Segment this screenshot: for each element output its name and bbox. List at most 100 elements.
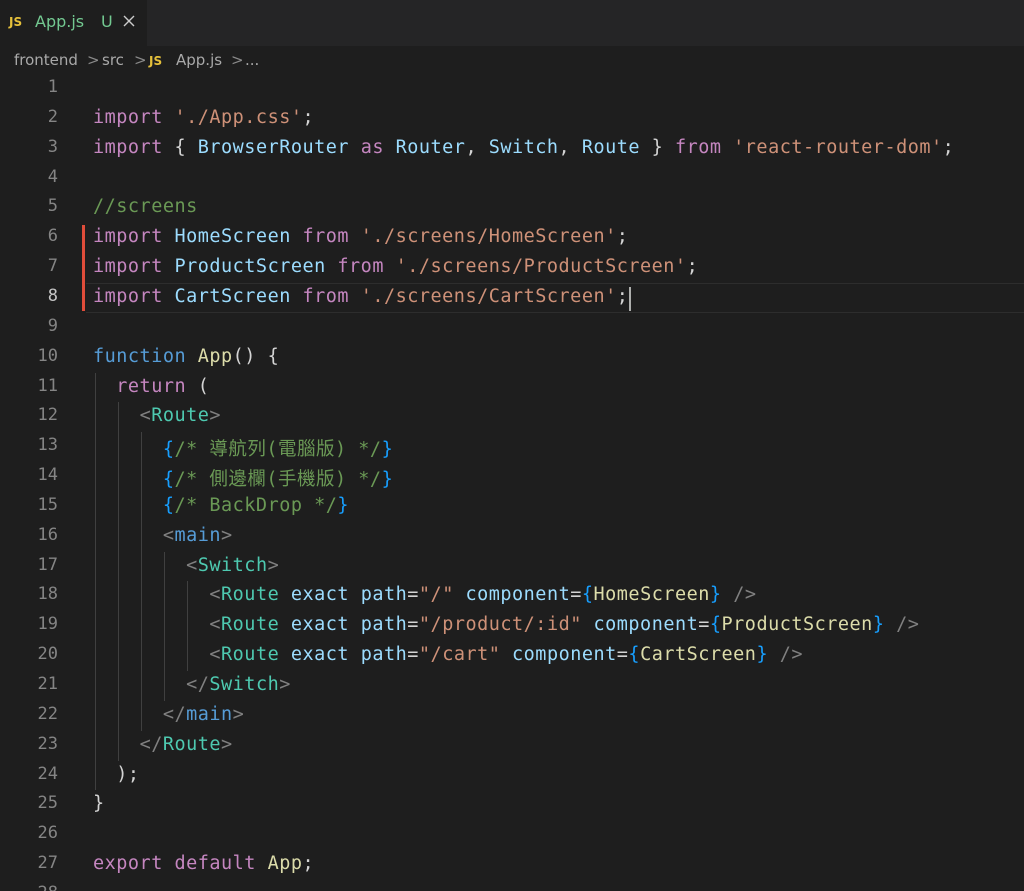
code-text: import { BrowserRouter as Router, Switch… bbox=[93, 136, 955, 158]
code-line[interactable]: 12 <Route> bbox=[0, 402, 1024, 432]
code-line[interactable]: 24 ); bbox=[0, 761, 1024, 791]
line-number: 6 bbox=[47, 226, 58, 247]
line-number: 5 bbox=[47, 196, 58, 217]
line-number: 17 bbox=[37, 554, 58, 575]
code-line[interactable]: 16 <main> bbox=[0, 522, 1024, 552]
code-line[interactable]: 21 </Switch> bbox=[0, 671, 1024, 701]
code-line[interactable]: 22 </main> bbox=[0, 701, 1024, 731]
line-number: 2 bbox=[47, 106, 58, 127]
line-number: 18 bbox=[37, 584, 58, 605]
code-line[interactable]: 23 </Route> bbox=[0, 731, 1024, 761]
code-line[interactable]: 2 import './App.css'; bbox=[0, 104, 1024, 134]
line-number: 10 bbox=[37, 345, 58, 366]
code-line[interactable]: 14 {/* 側邊欄(手機版) */} bbox=[0, 462, 1024, 492]
code-line[interactable]: 10 function App() { bbox=[0, 343, 1024, 373]
code-text: //screens bbox=[93, 196, 198, 218]
line-number: 26 bbox=[37, 823, 58, 844]
code-line[interactable]: 3 import { BrowserRouter as Router, Switc… bbox=[0, 134, 1024, 164]
line-number: 8 bbox=[47, 285, 58, 306]
code-text: <Route exact path="/" component={HomeScr… bbox=[209, 584, 757, 606]
indent-guide bbox=[141, 432, 142, 731]
line-number: 23 bbox=[37, 733, 58, 754]
code-text: </Switch> bbox=[186, 674, 291, 695]
breadcrumb-item-app-js[interactable]: App.js bbox=[176, 51, 222, 69]
tab-bar: JS App.js U bbox=[0, 0, 1024, 46]
code-text: <Route> bbox=[139, 405, 222, 427]
line-number: 4 bbox=[47, 166, 58, 187]
line-number: 3 bbox=[47, 136, 58, 157]
code-line[interactable]: 4 bbox=[0, 164, 1024, 194]
code-text: <Route exact path="/cart" component={Car… bbox=[209, 644, 804, 666]
line-number: 16 bbox=[37, 524, 58, 545]
javascript-file-icon: JS bbox=[9, 15, 23, 29]
line-number: 15 bbox=[37, 494, 58, 515]
code-line[interactable]: 11 return ( bbox=[0, 373, 1024, 403]
code-text: import './App.css'; bbox=[93, 106, 315, 128]
modified-lines-gutter-marker bbox=[82, 225, 85, 311]
code-text: ); bbox=[93, 763, 140, 785]
code-text: } bbox=[93, 793, 105, 815]
line-number: 25 bbox=[37, 793, 58, 814]
code-line[interactable]: 25} bbox=[0, 790, 1024, 820]
code-text: return ( bbox=[116, 375, 210, 397]
code-text: {/* BackDrop */} bbox=[162, 494, 350, 516]
chevron-right-icon: > bbox=[87, 51, 100, 69]
breadcrumb: frontend > src > JS App.js > ... bbox=[0, 46, 1024, 76]
indent-guide bbox=[118, 402, 119, 761]
chevron-right-icon: > bbox=[231, 51, 244, 69]
code-line[interactable]: 28 bbox=[0, 880, 1024, 891]
code-line[interactable]: 13 {/* 導航列(電腦版) */} bbox=[0, 432, 1024, 462]
code-editor[interactable]: 1 2 import './App.css'; 3 import { BrowserRo… bbox=[0, 76, 1024, 891]
code-text: <Route exact path="/product/:id" compone… bbox=[209, 614, 920, 636]
code-line[interactable]: 8 import CartScreen from './screens/CartS… bbox=[0, 282, 1024, 313]
code-text: {/* 導航列(電腦版) */} bbox=[162, 439, 394, 461]
javascript-file-icon: JS bbox=[149, 54, 163, 68]
line-number: 7 bbox=[47, 256, 58, 277]
breadcrumb-item-frontend[interactable]: frontend bbox=[14, 51, 78, 69]
line-number: 13 bbox=[37, 435, 58, 456]
code-line[interactable]: 7 import ProductScreen from './screens/Pr… bbox=[0, 253, 1024, 283]
code-line[interactable]: 1 bbox=[0, 76, 1024, 104]
code-text: </Route> bbox=[139, 733, 233, 755]
breadcrumb-item-symbols[interactable]: ... bbox=[245, 51, 259, 69]
code-text: import HomeScreen from './screens/HomeSc… bbox=[93, 226, 629, 248]
code-text: </main> bbox=[162, 703, 245, 725]
indent-guide bbox=[187, 581, 188, 671]
line-number: 9 bbox=[47, 315, 58, 336]
line-number: 22 bbox=[37, 703, 58, 724]
tab-app-js[interactable]: JS App.js U bbox=[0, 0, 147, 46]
code-line[interactable]: 20 <Route exact path="/cart" component={… bbox=[0, 641, 1024, 671]
text-cursor bbox=[628, 286, 631, 311]
line-number: 12 bbox=[37, 405, 58, 426]
code-text: export default App; bbox=[93, 853, 315, 875]
line-number: 28 bbox=[0, 883, 58, 891]
code-line[interactable]: 5 //screens bbox=[0, 193, 1024, 223]
code-line[interactable]: 27 export default App; bbox=[0, 850, 1024, 880]
close-icon[interactable] bbox=[121, 13, 137, 29]
code-text: <Switch> bbox=[186, 554, 280, 576]
code-line[interactable]: 17 <Switch> bbox=[0, 552, 1024, 582]
line-number: 27 bbox=[37, 853, 58, 874]
code-line[interactable]: 19 <Route exact path="/product/:id" comp… bbox=[0, 611, 1024, 641]
code-line[interactable]: 9 bbox=[0, 313, 1024, 343]
code-text: import ProductScreen from './screens/Pro… bbox=[93, 256, 699, 278]
breadcrumb-item-src[interactable]: src bbox=[102, 51, 124, 69]
line-number: 14 bbox=[37, 465, 58, 486]
code-text: {/* 側邊欄(手機版) */} bbox=[162, 469, 394, 491]
line-number: 1 bbox=[47, 77, 58, 97]
line-number: 21 bbox=[37, 674, 58, 694]
code-line[interactable]: 26 bbox=[0, 820, 1024, 850]
code-line[interactable]: 18 <Route exact path="/" component={Home… bbox=[0, 581, 1024, 611]
untracked-status-badge: U bbox=[101, 12, 113, 31]
line-number: 20 bbox=[37, 644, 58, 665]
code-text: <main> bbox=[162, 524, 233, 546]
chevron-right-icon: > bbox=[134, 51, 147, 69]
code-line[interactable]: 15 {/* BackDrop */} bbox=[0, 492, 1024, 522]
indent-guide bbox=[95, 372, 96, 791]
code-line[interactable]: 6 import HomeScreen from './screens/HomeS… bbox=[0, 223, 1024, 253]
tab-label: App.js bbox=[35, 12, 85, 31]
indent-guide bbox=[164, 551, 165, 701]
line-number: 11 bbox=[37, 375, 58, 396]
line-number: 19 bbox=[37, 614, 58, 635]
code-text: import CartScreen from './screens/CartSc… bbox=[93, 285, 629, 307]
